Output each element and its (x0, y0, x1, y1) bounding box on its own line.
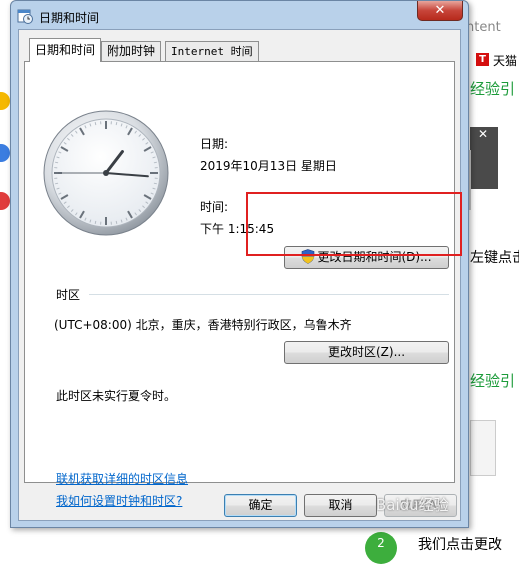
baidu-watermark: Baidu经验 (376, 494, 449, 515)
bg-close-icon: ✕ (478, 127, 488, 141)
change-date-time-label: 更改日期和时间(D)... (317, 250, 431, 264)
clock-tick (154, 162, 157, 163)
title-bar[interactable]: 日期和时间 ✕ (11, 1, 468, 29)
close-icon: ✕ (435, 3, 446, 18)
step-number-badge: 2 (365, 532, 397, 564)
tab-internet-time[interactable]: Internet 时间 (165, 41, 259, 61)
dst-note: 此时区未实行夏令时。 (56, 387, 176, 404)
time-value: 下午 1:15:45 (200, 220, 274, 237)
date-label: 日期: (200, 135, 228, 152)
timezone-heading: 时区 (56, 286, 80, 303)
bg-left-click-text: 左键点击 (470, 247, 519, 267)
window-title: 日期和时间 (39, 9, 99, 26)
bg-marker-yellow (0, 92, 10, 110)
tab-additional-clocks[interactable]: 附加时钟 (101, 41, 161, 61)
dialog-client-area: 日期和时间 附加时钟 Internet 时间 (18, 29, 461, 521)
change-date-time-button[interactable]: 更改日期和时间(D)... (284, 246, 449, 269)
timezone-value: (UTC+08:00) 北京，重庆，香港特别行政区，乌鲁木齐 (54, 316, 352, 333)
bg-bottom-text: 我们点击更改 (418, 534, 502, 554)
clock-tick (95, 122, 96, 125)
date-value: 2019年10月13日 星期日 (200, 157, 337, 174)
bg-marker-red (0, 192, 10, 210)
background-right-column: ntent T 天猫 经验引 ✕ 左键点击 经验引 (466, 0, 519, 546)
clock-tick (116, 221, 117, 224)
uac-shield-icon (301, 249, 315, 264)
timezone-divider (89, 294, 449, 295)
tmall-icon: T (476, 53, 489, 66)
tab-date-time[interactable]: 日期和时间 (29, 38, 101, 62)
clock-tick (95, 221, 96, 224)
tab-panel: 日期: 2019年10月13日 星期日 时间: 下午 1:15:45 更改日期和… (24, 61, 455, 483)
cancel-button[interactable]: 取消 (304, 494, 377, 517)
change-timezone-button[interactable]: 更改时区(Z)... (284, 341, 449, 364)
clock-tick (55, 162, 58, 163)
clock-tick (154, 183, 157, 184)
date-time-dialog: 日期和时间 ✕ 日期和时间 附加时钟 Internet 时间 (10, 0, 469, 528)
close-button[interactable]: ✕ (417, 1, 463, 21)
analog-clock (42, 109, 170, 237)
bg-marker-blue (0, 144, 10, 162)
calendar-clock-icon (17, 8, 33, 24)
clock-tick (116, 122, 117, 125)
how-to-set-clock-link[interactable]: 我如何设置时钟和时区? (56, 492, 182, 509)
online-timezone-info-link[interactable]: 联机获取详细的时区信息 (56, 470, 188, 487)
ok-button[interactable]: 确定 (224, 494, 297, 517)
time-label: 时间: (200, 198, 228, 215)
bg-jingyan-heading-1: 经验引 (470, 78, 515, 99)
bg-content-text: ntent (466, 20, 501, 35)
bg-tmall-text: 天猫 (493, 52, 517, 69)
bg-screenshot-thumb (470, 420, 496, 476)
bg-jingyan-heading-2: 经验引 (470, 370, 515, 391)
clock-tick (55, 183, 58, 184)
